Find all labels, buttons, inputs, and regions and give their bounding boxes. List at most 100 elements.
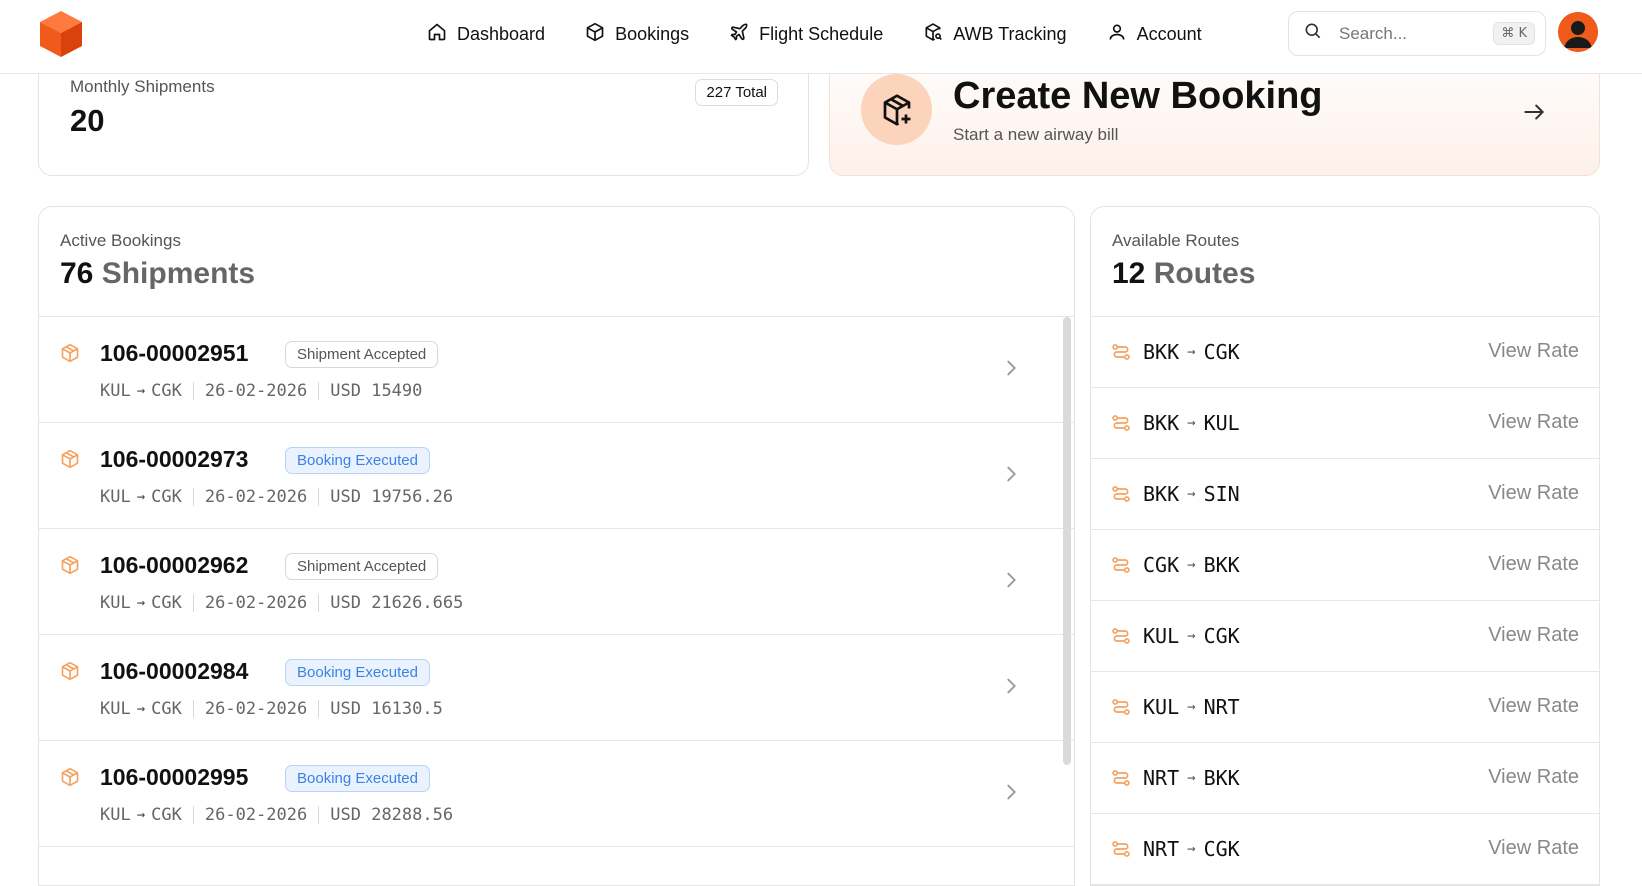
destination-code: CGK (151, 699, 182, 719)
divider (192, 700, 194, 718)
nav-item-flight-schedule[interactable]: Flight Schedule (729, 22, 883, 47)
route-row[interactable]: NRT → BKK View Rate (1091, 743, 1599, 814)
route-row[interactable]: BKK → KUL View Rate (1091, 388, 1599, 459)
view-rate-link[interactable]: View Rate (1488, 766, 1579, 789)
arrow-right-icon: → (1187, 699, 1196, 715)
status-badge: Shipment Accepted (285, 341, 439, 368)
route-row[interactable]: KUL → CGK View Rate (1091, 601, 1599, 672)
nav-item-dashboard[interactable]: Dashboard (427, 22, 545, 47)
booking-row[interactable]: 106-00002984 Booking Executed KUL → CGK 26-02… (39, 635, 1074, 741)
avatar[interactable] (1558, 12, 1598, 52)
arrow-right-icon: → (1187, 841, 1196, 857)
route-icon (1111, 413, 1131, 438)
origin-code: BKK (1143, 340, 1180, 364)
active-bookings-panel: Active Bookings 76 Shipments 106-0000295… (38, 206, 1075, 886)
search-shortcut-badge: ⌘ K (1493, 22, 1535, 45)
nav-label: AWB Tracking (953, 23, 1067, 44)
view-rate-link[interactable]: View Rate (1488, 553, 1579, 576)
booking-row[interactable]: 106-00002973 Booking Executed KUL → CGK 26-02… (39, 423, 1074, 529)
route-row[interactable]: BKK → SIN View Rate (1091, 459, 1599, 530)
box-icon (60, 449, 80, 474)
origin-code: KUL (100, 487, 131, 507)
destination-code: CGK (1203, 837, 1240, 861)
nav-item-bookings[interactable]: Bookings (585, 22, 689, 47)
route-row[interactable]: NRT → CGK View Rate (1091, 814, 1599, 885)
nav-label: Dashboard (457, 23, 546, 44)
route-pair: NRT → BKK (1143, 766, 1240, 790)
search-box[interactable]: ⌘ K (1288, 11, 1546, 56)
view-rate-link[interactable]: View Rate (1488, 837, 1579, 860)
chevron-right-icon (1000, 357, 1022, 384)
brand-logo-icon[interactable] (38, 9, 84, 59)
booking-list: 106-00002951 Shipment Accepted KUL → CGK 26-0… (39, 317, 1074, 847)
route-pair: KUL → CGK (1143, 624, 1240, 648)
home-icon (427, 22, 447, 47)
status-badge: Booking Executed (285, 447, 430, 474)
booking-row[interactable]: 106-00002951 Shipment Accepted KUL → CGK 26-0… (39, 317, 1074, 423)
route-icon (1111, 342, 1131, 367)
view-rate-link[interactable]: View Rate (1488, 695, 1579, 718)
package-plus-icon (861, 74, 932, 145)
booking-row[interactable]: 106-00002995 Booking Executed KUL → CGK 26-02… (39, 741, 1074, 847)
destination-code: CGK (151, 593, 182, 613)
chevron-right-icon (1000, 463, 1022, 490)
amount: 19756.26 (371, 487, 454, 507)
route-row[interactable]: BKK → CGK View Rate (1091, 317, 1599, 388)
chevron-right-icon (1000, 675, 1022, 702)
divider (318, 594, 320, 612)
route-row[interactable]: KUL → NRT View Rate (1091, 672, 1599, 743)
origin-code: BKK (1143, 411, 1180, 435)
currency: USD (330, 805, 361, 825)
active-bookings-title: 76 Shipments (60, 257, 255, 291)
main-nav: Dashboard Bookings Flight Schedule AWB T… (427, 0, 1202, 68)
available-routes-panel: Available Routes 12 Routes BKK → CGK View R… (1090, 206, 1600, 886)
view-rate-link[interactable]: View Rate (1488, 482, 1579, 505)
route-icon (1111, 484, 1131, 509)
awb-number: 106-00002973 (100, 446, 249, 472)
route-pair: BKK → KUL (1143, 411, 1240, 435)
arrow-right-icon: → (1187, 415, 1196, 431)
destination-code: SIN (1203, 482, 1240, 506)
divider (192, 382, 194, 400)
status-badge: Shipment Accepted (285, 553, 439, 580)
destination-code: CGK (151, 381, 182, 401)
amount: 21626.665 (371, 593, 464, 613)
scrollbar-thumb[interactable] (1063, 317, 1071, 765)
awb-number: 106-00002995 (100, 764, 249, 790)
booking-meta: KUL → CGK 26-02-2026 USD 19756.26 (100, 487, 453, 507)
total-badge: 227 Total (695, 79, 778, 106)
divider (318, 382, 320, 400)
route-icon (1111, 839, 1131, 864)
arrow-right-icon: → (136, 489, 146, 505)
available-routes-header: Available Routes 12 Routes (1091, 207, 1599, 317)
view-rate-link[interactable]: View Rate (1488, 411, 1579, 434)
active-bookings-header: Active Bookings 76 Shipments (39, 207, 1074, 317)
destination-code: CGK (151, 487, 182, 507)
user-icon (1107, 22, 1127, 47)
divider (318, 488, 320, 506)
booking-row[interactable]: 106-00002962 Shipment Accepted KUL → CGK 26-0… (39, 529, 1074, 635)
route-icon (1111, 555, 1131, 580)
nav-item-awb-tracking[interactable]: AWB Tracking (923, 22, 1067, 47)
destination-code: CGK (1203, 340, 1240, 364)
nav-item-account[interactable]: Account (1107, 22, 1202, 47)
booking-date: 26-02-2026 (204, 381, 308, 401)
plane-icon (729, 22, 749, 47)
awb-number: 106-00002951 (100, 340, 249, 366)
divider (192, 488, 194, 506)
divider (318, 806, 320, 824)
origin-code: NRT (1143, 766, 1180, 790)
booking-meta: KUL → CGK 26-02-2026 USD 16130.5 (100, 699, 443, 719)
booking-meta: KUL → CGK 26-02-2026 USD 21626.665 (100, 593, 463, 613)
search-input[interactable] (1339, 23, 1489, 44)
package-search-icon (923, 22, 943, 47)
divider (318, 700, 320, 718)
nav-label: Account (1136, 23, 1202, 44)
divider (192, 594, 194, 612)
view-rate-link[interactable]: View Rate (1488, 624, 1579, 647)
routes-count: 12 (1112, 257, 1146, 290)
route-row[interactable]: CGK → BKK View Rate (1091, 530, 1599, 601)
booking-meta: KUL → CGK 26-02-2026 USD 15490 (100, 381, 422, 401)
view-rate-link[interactable]: View Rate (1488, 340, 1579, 363)
destination-code: NRT (1203, 695, 1240, 719)
